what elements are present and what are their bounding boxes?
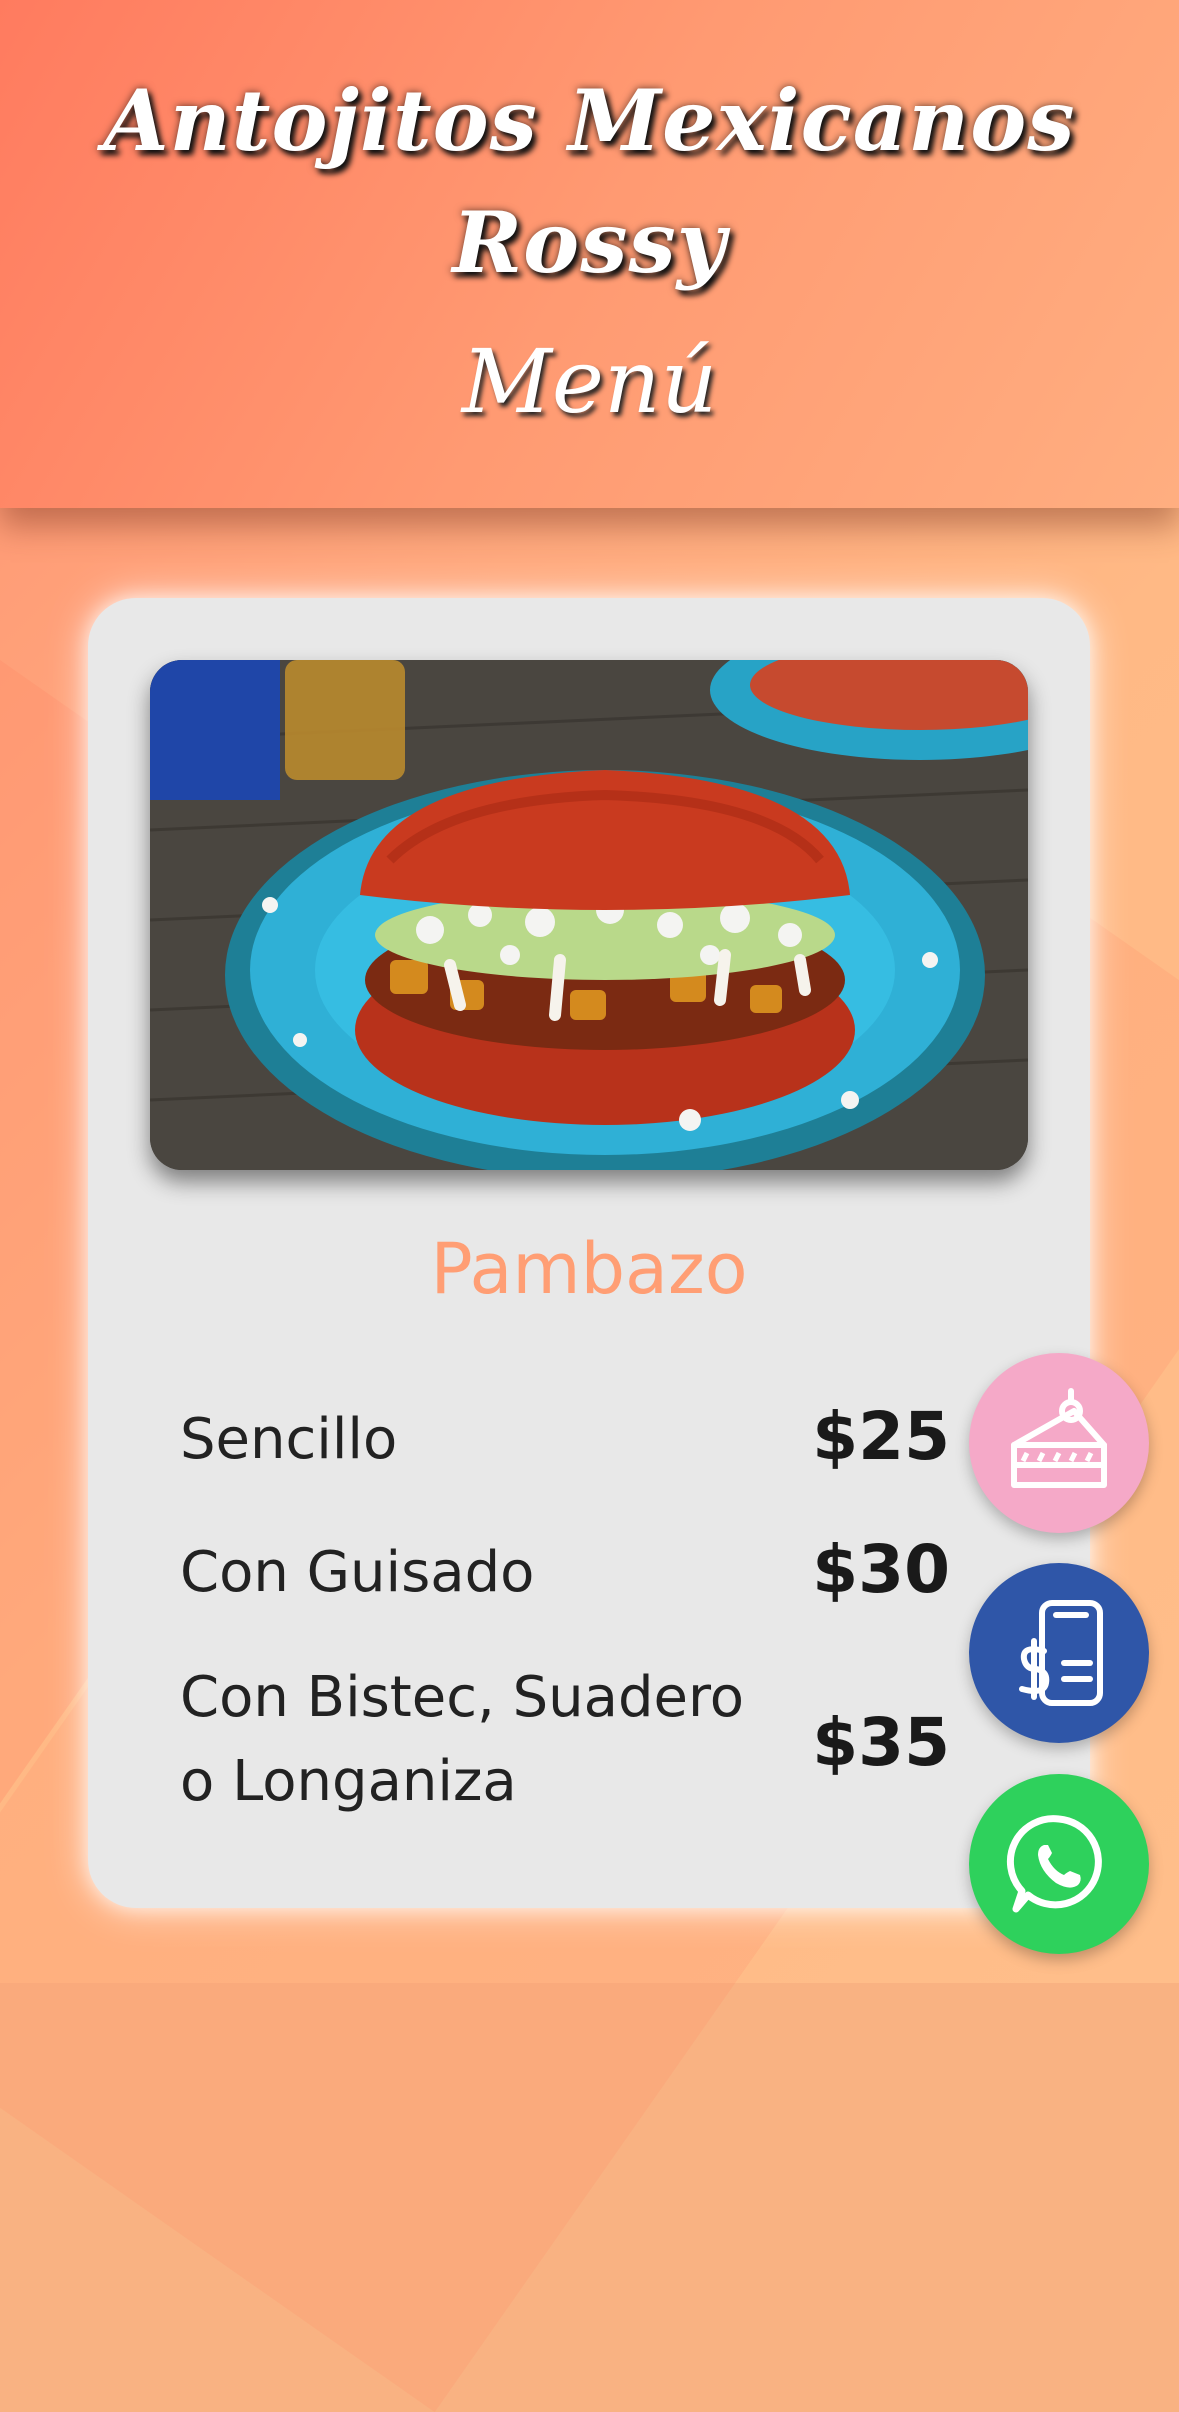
whatsapp-button[interactable] — [969, 1774, 1149, 1954]
desserts-button[interactable] — [969, 1353, 1149, 1533]
restaurant-title: Antojitos Mexicanos Rossy — [0, 60, 1179, 304]
pambazo-photo — [150, 660, 1028, 1170]
mobile-payment-icon — [1019, 1600, 1103, 1706]
header: Antojitos Mexicanos Rossy Menú — [0, 0, 1179, 508]
whatsapp-icon — [1006, 1815, 1102, 1913]
title-line-2: Rossy — [452, 193, 727, 292]
title-line-1: Antojitos Mexicanos — [103, 71, 1076, 170]
price-value: $35 — [812, 1704, 950, 1781]
price-label: Con Guisado — [180, 1540, 535, 1605]
price-row: Con Guisado $30 — [180, 1531, 950, 1621]
pambazo-illustration — [150, 660, 1028, 1170]
item-name: Pambazo — [430, 1228, 748, 1310]
price-row: Sencillo $25 — [180, 1398, 950, 1488]
price-value: $25 — [812, 1398, 950, 1475]
price-label-line-1: Con Bistec, Suadero — [180, 1665, 745, 1730]
menu-card: Pambazo Sencillo $25 Con Guisado $30 Con… — [88, 598, 1090, 1908]
price-label: Con Bistec, Suadero o Longaniza — [180, 1656, 780, 1824]
price-label-line-2: o Longaniza — [180, 1749, 517, 1814]
cake-icon — [1011, 1388, 1107, 1488]
price-row: Con Bistec, Suadero o Longaniza $35 — [180, 1656, 950, 1826]
menu-subtitle: Menú — [461, 330, 718, 433]
price-value: $30 — [812, 1531, 950, 1608]
payment-button[interactable] — [969, 1563, 1149, 1743]
price-label: Sencillo — [180, 1407, 398, 1472]
